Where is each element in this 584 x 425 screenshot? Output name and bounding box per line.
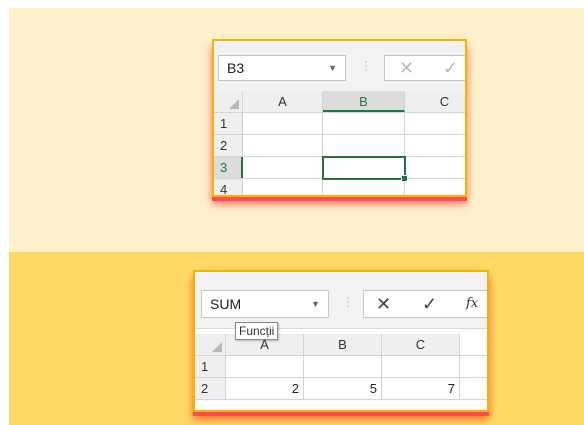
row-header-2[interactable]: 2 [214,135,243,156]
active-cell-selection[interactable] [322,156,408,182]
table-row: 2 2 5 7 [195,378,487,400]
fx-icon[interactable]: fx [466,296,478,311]
name-box-value: B3 [227,60,245,76]
cell-c1[interactable] [382,356,460,377]
cell-c2[interactable]: 7 [382,378,460,399]
formula-bar: B3 ▼ ⋮ ✕ ✓ [214,41,465,92]
table-row: 4 [214,179,465,195]
column-header-a[interactable]: A [243,91,323,112]
row-header-4[interactable]: 4 [214,179,243,195]
formula-bar: SUM ▼ ⋮ ✕ ✓ fx [195,272,487,329]
cell-b1[interactable] [304,356,382,377]
column-header-c[interactable]: C [405,91,465,112]
row-header-1[interactable]: 1 [195,356,226,377]
name-box[interactable]: SUM ▼ [201,290,329,318]
cell-b4[interactable] [323,179,405,195]
cell-a4[interactable] [243,179,323,195]
spreadsheet-panel-top: B3 ▼ ⋮ ✕ ✓ A B C 1 2 3 4 [212,39,467,197]
column-header-b[interactable]: B [323,91,405,112]
vertical-dots-icon: ⋮ [360,59,372,73]
column-header-row: A B C [214,91,465,113]
row-header-3[interactable]: 3 [214,157,243,178]
formula-buttons: ✕ ✓ fx [363,290,487,318]
column-header-c[interactable]: C [382,334,460,355]
cell-a2[interactable]: 2 [226,378,304,399]
name-box-value: SUM [210,296,242,312]
row-header-1[interactable]: 1 [214,113,243,134]
select-all-corner[interactable] [195,334,226,355]
vertical-dots-icon: ⋮ [342,295,354,309]
cancel-x-icon[interactable]: ✕ [399,59,414,77]
chevron-down-icon[interactable]: ▼ [311,299,320,309]
table-row: 1 [195,356,487,378]
table-row: 1 [214,113,465,135]
cell-c4[interactable] [405,179,465,195]
formula-buttons: ✕ ✓ [384,55,465,81]
cell-c1[interactable] [405,113,465,134]
cell-a1[interactable] [243,113,323,134]
row-header-2[interactable]: 2 [195,378,226,399]
checkmark-icon[interactable]: ✓ [422,295,437,313]
cell-b2[interactable]: 5 [304,378,382,399]
checkmark-icon[interactable]: ✓ [443,59,458,77]
chevron-down-icon[interactable]: ▼ [328,63,337,73]
select-all-corner[interactable] [214,91,243,112]
cancel-x-icon[interactable]: ✕ [376,295,391,313]
name-box[interactable]: B3 ▼ [218,55,346,81]
cell-a2[interactable] [243,135,323,156]
spreadsheet-panel-bottom: SUM ▼ ⋮ ✕ ✓ fx A B C 1 2 2 5 7 Funcții [193,270,489,412]
cell-b1[interactable] [323,113,405,134]
column-header-b[interactable]: B [304,334,382,355]
cell-a3[interactable] [243,157,323,178]
cell-a1[interactable] [226,356,304,377]
cell-c2[interactable] [405,135,465,156]
table-row: 2 [214,135,465,157]
cell-b2[interactable] [323,135,405,156]
cell-c3[interactable] [405,157,465,178]
tooltip: Funcții [235,322,279,340]
